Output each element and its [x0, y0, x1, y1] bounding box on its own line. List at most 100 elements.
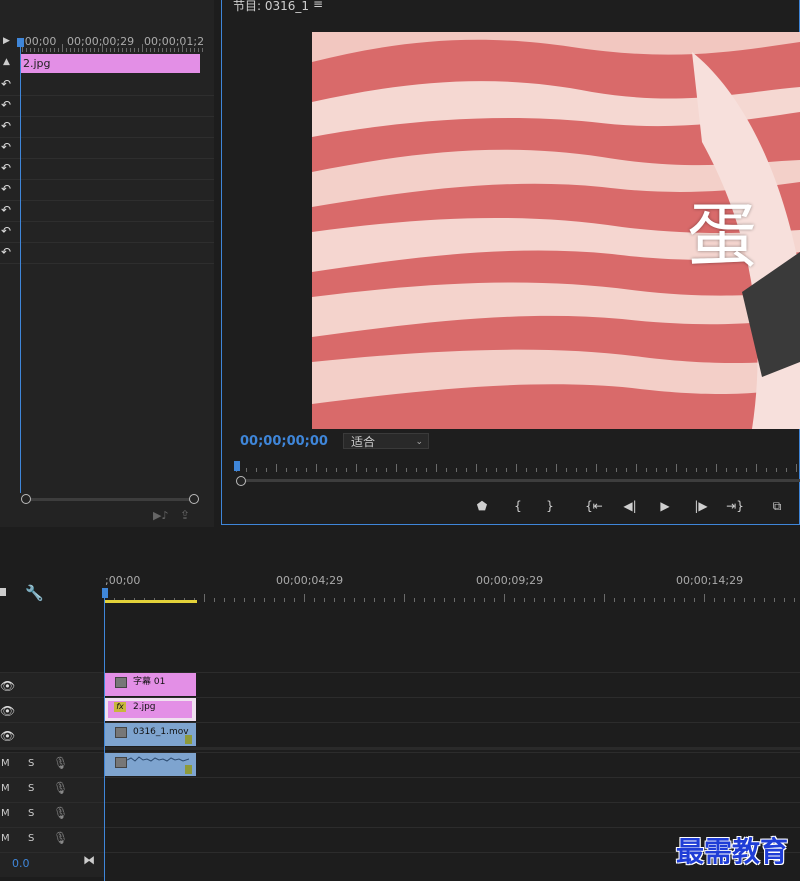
sync-lock-icon[interactable]: ↶: [1, 140, 11, 154]
mute-button[interactable]: M: [1, 833, 10, 844]
ruler-tick: [426, 468, 427, 472]
mark-in-icon[interactable]: {: [508, 497, 528, 515]
ruler-tick: [316, 464, 317, 472]
ruler-tick: [614, 598, 615, 602]
ruler-tick: [34, 48, 35, 52]
scroll-right-knob[interactable]: [189, 494, 199, 504]
ruler-tick: [726, 468, 727, 472]
ruler-tick: [38, 48, 39, 52]
image-clip[interactable]: fx 2.jpg: [105, 698, 196, 721]
source-playhead[interactable]: [20, 40, 21, 493]
overwrite-icon[interactable]: ⇪: [180, 508, 190, 522]
timeline-playhead[interactable]: [104, 588, 105, 881]
marker-icon[interactable]: ⬟: [472, 497, 492, 515]
sync-lock-icon[interactable]: ↶: [1, 161, 11, 175]
ruler-tick: [74, 48, 75, 52]
ruler-tick: [182, 44, 183, 52]
eye-icon[interactable]: 👁: [0, 729, 15, 743]
source-track-row: ↶: [0, 159, 214, 180]
ruler-tick: [334, 598, 335, 602]
export-frame-icon[interactable]: ⧉: [767, 497, 787, 515]
program-playhead-handle[interactable]: [234, 461, 240, 471]
ruler-tick: [576, 468, 577, 472]
ruler-tick: [90, 48, 91, 52]
go-to-in-icon[interactable]: {⇤: [584, 497, 604, 515]
ruler-tick: [554, 598, 555, 602]
go-to-end-icon[interactable]: ⧓: [83, 853, 95, 867]
sync-lock-icon[interactable]: ↶: [1, 119, 11, 133]
caption-clip[interactable]: 字幕 01: [105, 673, 196, 696]
source-track-row: ↶: [0, 75, 214, 96]
work-area-bar[interactable]: [105, 600, 197, 603]
ruler-tick: [646, 468, 647, 472]
track-header: M S 🎙: [0, 803, 104, 827]
ruler-tick: [98, 48, 99, 52]
program-scroll-knob[interactable]: [236, 476, 246, 486]
ruler-tick: [584, 598, 585, 602]
source-scrollbar[interactable]: [26, 498, 194, 501]
track-v1: 👁 0316_1.mov: [0, 722, 800, 747]
solo-button[interactable]: S: [28, 808, 34, 819]
play-icon[interactable]: ▶: [655, 497, 675, 515]
program-time-ruler[interactable]: [234, 462, 800, 474]
zoom-fit-select[interactable]: 适合 ⌄: [343, 433, 429, 449]
source-track-row: ↶: [0, 222, 214, 243]
master-volume-value[interactable]: 0.0: [12, 857, 30, 870]
solo-button[interactable]: S: [28, 758, 34, 769]
step-forward-icon[interactable]: |▶: [691, 497, 711, 515]
timeline-timecode: 00;00;04;29: [276, 574, 344, 587]
mute-button[interactable]: M: [1, 758, 10, 769]
sync-lock-icon[interactable]: ↶: [1, 98, 11, 112]
mark-out-icon[interactable]: }: [540, 497, 560, 515]
sync-lock-icon[interactable]: ↶: [1, 77, 11, 91]
audio-clip[interactable]: [105, 753, 196, 776]
video-clip[interactable]: 0316_1.mov: [105, 723, 196, 746]
step-back-icon[interactable]: ◀|: [620, 497, 640, 515]
ruler-tick: [456, 468, 457, 472]
source-clip[interactable]: 2.jpg: [20, 54, 200, 73]
program-timecode[interactable]: 00;00;00;00: [240, 434, 328, 449]
program-scrollbar[interactable]: [241, 479, 800, 482]
program-monitor-title[interactable]: 节目: 0316_1: [233, 0, 309, 14]
ruler-tick: [686, 468, 687, 472]
ruler-tick: [464, 598, 465, 602]
solo-button[interactable]: S: [28, 833, 34, 844]
track-a3: M S 🎙: [0, 802, 800, 827]
microphone-icon[interactable]: 🎙: [53, 806, 68, 820]
sync-lock-icon[interactable]: ↶: [1, 245, 11, 259]
scroll-left-knob[interactable]: [21, 494, 31, 504]
go-to-out-icon[interactable]: ⇥}: [725, 497, 745, 515]
source-time-ruler[interactable]: ▶ ;00;00 00;00;00;29 00;00;01;2: [0, 32, 214, 54]
solo-button[interactable]: S: [28, 783, 34, 794]
mute-button[interactable]: M: [1, 783, 10, 794]
eye-icon[interactable]: 👁: [0, 679, 15, 693]
timeline-playhead-handle[interactable]: [102, 588, 108, 598]
sync-lock-icon[interactable]: ↶: [1, 182, 11, 196]
source-playhead-handle[interactable]: [17, 38, 24, 47]
ruler-tick: [536, 468, 537, 472]
ruler-tick: [736, 468, 737, 472]
insert-icon[interactable]: ▶♪: [153, 509, 168, 522]
mute-button[interactable]: M: [1, 808, 10, 819]
eye-icon[interactable]: 👁: [0, 704, 15, 718]
microphone-icon[interactable]: 🎙: [53, 756, 68, 770]
ruler-tick: [254, 598, 255, 602]
expand-arrow-icon[interactable]: ▶: [3, 36, 10, 46]
ruler-tick: [656, 468, 657, 472]
sync-lock-icon[interactable]: ↶: [1, 224, 11, 238]
ruler-tick: [154, 48, 155, 52]
ruler-tick: [364, 598, 365, 602]
track-divider[interactable]: [0, 747, 800, 750]
clip-label: 0316_1.mov: [133, 727, 189, 737]
track-header: M S 🎙: [0, 753, 104, 777]
hamburger-icon[interactable]: ≡: [313, 0, 323, 11]
ruler-tick: [516, 464, 517, 472]
ruler-tick: [130, 48, 131, 52]
track-header: M S 🎙: [0, 828, 104, 852]
microphone-icon[interactable]: 🎙: [53, 781, 68, 795]
ruler-tick: [356, 464, 357, 472]
ruler-tick: [406, 468, 407, 472]
sync-lock-icon[interactable]: ↶: [1, 203, 11, 217]
collapse-arrow-icon[interactable]: ▲: [3, 57, 10, 67]
microphone-icon[interactable]: 🎙: [53, 831, 68, 845]
